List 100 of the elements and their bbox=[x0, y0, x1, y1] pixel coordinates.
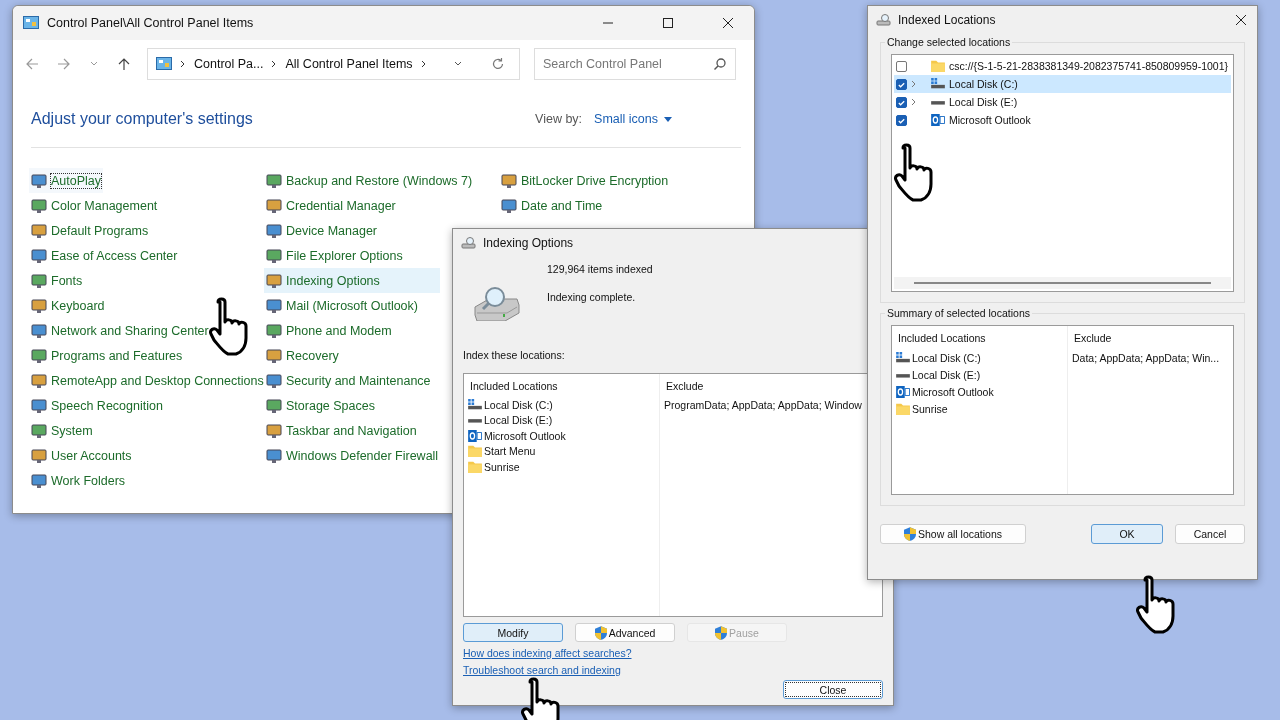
control-panel-item[interactable]: System bbox=[29, 418, 95, 443]
applet-icon bbox=[266, 422, 282, 439]
refresh-icon[interactable] bbox=[491, 57, 505, 71]
location-name: Microsoft Outlook bbox=[484, 429, 566, 442]
control-panel-item[interactable]: Default Programs bbox=[29, 218, 151, 243]
tree-row[interactable]: Microsoft Outlook bbox=[894, 111, 1231, 129]
group-label: Summary of selected locations bbox=[885, 307, 1032, 319]
column-header: Included Locations bbox=[470, 380, 559, 392]
applet-icon bbox=[31, 197, 47, 214]
control-panel-item[interactable]: Phone and Modem bbox=[264, 318, 394, 343]
control-panel-item[interactable]: Windows Defender Firewall bbox=[264, 443, 441, 468]
control-panel-item[interactable]: Credential Manager bbox=[264, 193, 398, 218]
applet-icon bbox=[31, 247, 47, 264]
control-panel-item[interactable]: Storage Spaces bbox=[264, 393, 377, 418]
location-name: Local Disk (E:) bbox=[484, 414, 553, 427]
breadcrumb[interactable]: Control Pa... bbox=[194, 57, 264, 71]
location-name: Local Disk (C:) bbox=[912, 351, 981, 364]
folder-icon bbox=[468, 460, 482, 473]
control-panel-item[interactable]: Device Manager bbox=[264, 218, 379, 243]
control-panel-item[interactable]: Network and Sharing Center bbox=[29, 318, 211, 343]
window-title: Indexed Locations bbox=[898, 13, 996, 27]
control-panel-item[interactable]: File Explorer Options bbox=[264, 243, 405, 268]
exclude-text: Data; AppData; AppData; Win... bbox=[1072, 351, 1220, 364]
up-arrow-icon[interactable] bbox=[117, 57, 131, 71]
expand-chevron-icon[interactable] bbox=[911, 98, 917, 106]
applet-icon bbox=[266, 197, 282, 214]
applet-icon bbox=[31, 472, 47, 489]
applet-icon bbox=[31, 172, 47, 189]
control-panel-item[interactable]: Keyboard bbox=[29, 293, 107, 318]
control-panel-item[interactable]: RemoteApp and Desktop Connections bbox=[29, 368, 266, 393]
control-panel-item[interactable]: Ease of Access Center bbox=[29, 243, 180, 268]
shield-icon bbox=[903, 527, 916, 541]
tree-row[interactable]: Local Disk (C:) bbox=[894, 75, 1231, 93]
applet-icon bbox=[266, 297, 282, 314]
control-panel-item[interactable]: Taskbar and Navigation bbox=[264, 418, 419, 443]
control-panel-item[interactable]: Work Folders bbox=[29, 468, 128, 493]
show-all-locations-button[interactable]: Show all locations bbox=[880, 524, 1026, 544]
applet-icon bbox=[31, 347, 47, 364]
applet-icon bbox=[266, 272, 282, 289]
checkbox[interactable] bbox=[896, 96, 907, 108]
control-panel-item[interactable]: Indexing Options bbox=[264, 268, 440, 293]
control-panel-item[interactable]: Color Management bbox=[29, 193, 160, 218]
window-title: Control Panel\All Control Panel Items bbox=[47, 16, 254, 30]
outlook-icon bbox=[931, 114, 945, 126]
ok-button[interactable]: OK bbox=[1091, 524, 1163, 544]
folder-icon bbox=[468, 445, 482, 458]
exclude-text: ProgramData; AppData; AppData; Window bbox=[664, 398, 862, 411]
checkbox[interactable] bbox=[896, 60, 907, 72]
applet-icon bbox=[31, 447, 47, 464]
maximize-icon[interactable] bbox=[662, 17, 674, 29]
close-icon[interactable] bbox=[1235, 14, 1247, 26]
checkbox[interactable] bbox=[896, 114, 907, 126]
control-panel-item[interactable]: Backup and Restore (Windows 7) bbox=[264, 168, 475, 193]
dialog-button[interactable]: Modify bbox=[463, 623, 563, 642]
outlook-icon bbox=[896, 385, 910, 398]
close-icon[interactable] bbox=[722, 17, 734, 29]
back-arrow-icon[interactable] bbox=[25, 57, 39, 71]
address-bar[interactable]: Control Pa... All Control Panel Items bbox=[147, 48, 520, 80]
search-icon bbox=[713, 57, 727, 71]
applet-icon bbox=[31, 397, 47, 414]
chevron-right-icon bbox=[271, 60, 278, 68]
magnifier-drive-icon bbox=[461, 236, 477, 250]
breadcrumb[interactable]: All Control Panel Items bbox=[285, 57, 413, 71]
forward-arrow-icon[interactable] bbox=[57, 57, 71, 71]
control-panel-item[interactable]: Security and Maintenance bbox=[264, 368, 433, 393]
control-panel-item[interactable]: BitLocker Drive Encryption bbox=[499, 168, 671, 193]
close-button[interactable]: Close bbox=[783, 680, 883, 699]
control-panel-item[interactable]: AutoPlay bbox=[29, 168, 104, 193]
control-panel-item[interactable]: Recovery bbox=[264, 343, 341, 368]
applet-icon bbox=[501, 197, 517, 214]
control-panel-item[interactable]: Programs and Features bbox=[29, 343, 185, 368]
control-panel-item[interactable]: User Accounts bbox=[29, 443, 134, 468]
view-by-dropdown[interactable]: Small icons bbox=[594, 112, 672, 126]
cancel-button[interactable]: Cancel bbox=[1175, 524, 1245, 544]
tree-row[interactable]: Local Disk (E:) bbox=[894, 93, 1231, 111]
view-by-label: View by: bbox=[535, 112, 583, 126]
control-panel-item[interactable]: Fonts bbox=[29, 268, 85, 293]
location-name: Start Menu bbox=[484, 445, 536, 458]
applet-icon bbox=[266, 222, 282, 239]
applet-icon bbox=[31, 422, 47, 439]
control-panel-item[interactable]: Date and Time bbox=[499, 193, 605, 218]
horizontal-scrollbar[interactable] bbox=[894, 277, 1231, 289]
outlook-icon bbox=[468, 429, 482, 442]
drive-icon bbox=[896, 351, 910, 364]
location-name: Sunrise bbox=[484, 460, 520, 473]
expand-chevron-icon[interactable] bbox=[911, 80, 917, 88]
tree-row[interactable]: csc://{S-1-5-21-2838381349-2082375741-850809959-1001} bbox=[894, 57, 1231, 75]
help-link[interactable]: How does indexing affect searches? bbox=[463, 647, 632, 659]
applet-icon bbox=[31, 222, 47, 239]
search-field[interactable]: Search Control Panel bbox=[534, 48, 736, 80]
chevron-right-icon bbox=[180, 60, 186, 68]
control-panel-item[interactable]: Mail (Microsoft Outlook) bbox=[264, 293, 420, 318]
control-panel-item[interactable]: Speech Recognition bbox=[29, 393, 165, 418]
applet-icon bbox=[266, 372, 282, 389]
applet-icon bbox=[266, 347, 282, 364]
dialog-button[interactable]: Advanced bbox=[575, 623, 675, 642]
help-link[interactable]: Troubleshoot search and indexing bbox=[463, 664, 621, 676]
checkbox[interactable] bbox=[896, 78, 907, 90]
control-panel-icon bbox=[156, 57, 172, 71]
applet-icon bbox=[266, 447, 282, 464]
